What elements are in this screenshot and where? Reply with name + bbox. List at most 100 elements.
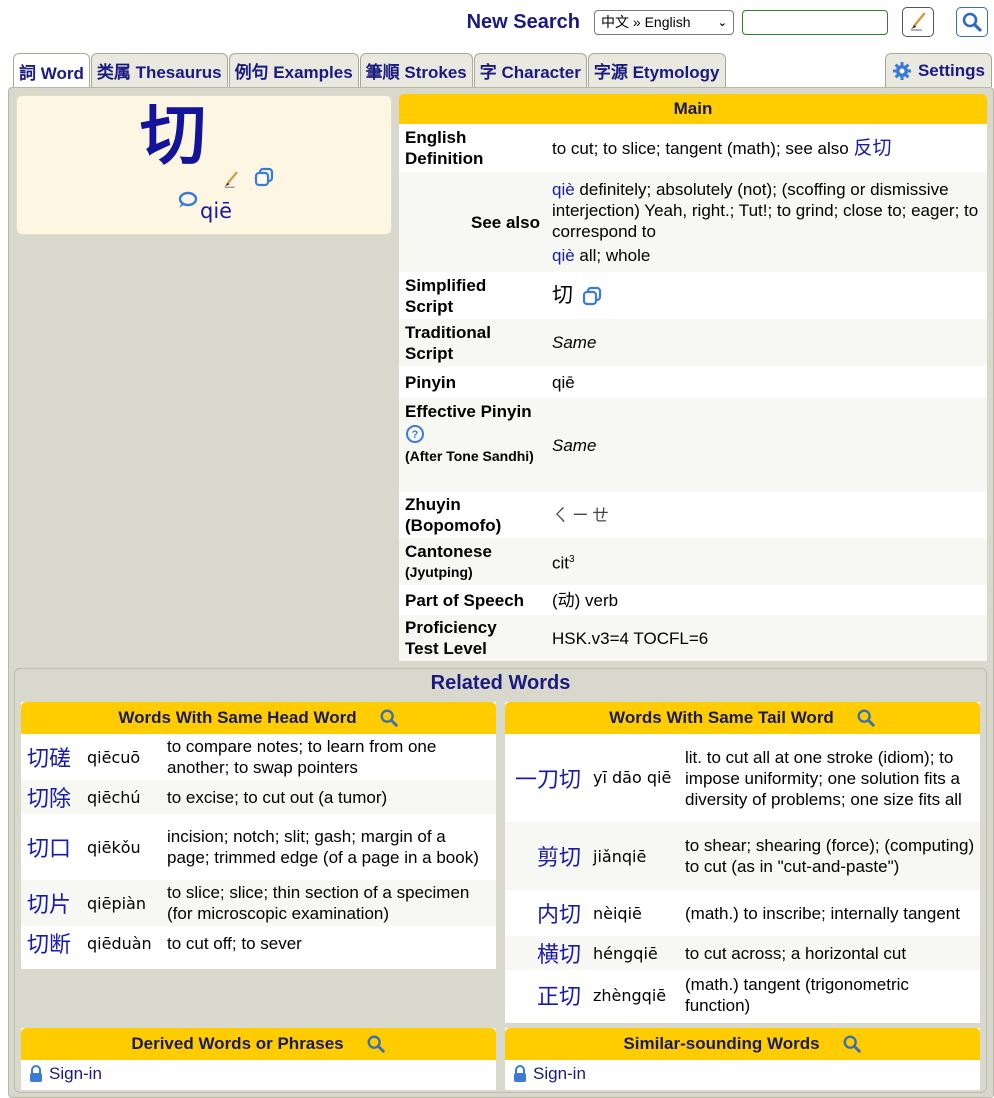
word-definition: to compare notes; to learn from one anot… <box>167 737 437 777</box>
search-icon[interactable] <box>842 1034 862 1054</box>
word-hanzi[interactable]: 切断 <box>21 927 79 959</box>
sign-in-label: Sign-in <box>533 1064 586 1083</box>
list-item[interactable]: 横切 héngqiē to cut across; a horizontal c… <box>505 936 980 970</box>
cantonese-value: cit <box>552 553 569 573</box>
tab-bar: 詞 Word 类属 Thesaurus 例句 Examples 筆順 Strok… <box>13 53 727 88</box>
search-button[interactable] <box>956 7 988 37</box>
svg-text:?: ? <box>412 429 419 441</box>
list-item[interactable]: 切除 qiēchú to excise; to cut out (a tumor… <box>21 780 496 814</box>
part-of-speech-value: (动) verb <box>552 590 619 610</box>
copy-icon[interactable] <box>253 166 275 188</box>
derived-words-title: Derived Words or Phrases <box>131 1034 344 1053</box>
word-hanzi[interactable]: 切口 <box>21 831 79 863</box>
list-item[interactable]: 内切 nèiqiē (math.) to inscribe; internall… <box>505 890 980 936</box>
sign-in-link[interactable]: Sign-in <box>505 1060 980 1088</box>
tab-etymology[interactable]: 字源 Etymology <box>587 53 726 87</box>
word-definition: to excise; to cut out (a tumor) <box>167 787 388 807</box>
headword-character: 切 <box>140 96 206 174</box>
word-definition: to slice; slice; thin section of a speci… <box>167 883 470 923</box>
word-hanzi[interactable]: 切磋 <box>21 741 79 773</box>
related-words-title: Related Words <box>430 672 571 694</box>
search-icon[interactable] <box>379 708 399 728</box>
word-definition: lit. to cut all at one stroke (idiom); t… <box>685 747 962 809</box>
language-select[interactable]: 中文 » English ⌄ <box>594 9 734 35</box>
list-item[interactable]: 剪切 jiǎnqiē to shear; shearing (force); (… <box>505 822 980 890</box>
word-pinyin: qiēduàn <box>87 933 152 953</box>
similar-words-box: Similar-sounding Words Sign-in <box>505 1028 980 1090</box>
list-item[interactable]: 切口 qiēkǒu incision; notch; slit; gash; m… <box>21 814 496 880</box>
word-hanzi[interactable]: 一刀切 <box>505 762 587 794</box>
row-effective-pinyin: Effective Pinyin ? (After Tone Sandhi) S… <box>399 398 987 492</box>
speech-bubble-icon[interactable] <box>176 191 198 211</box>
see-also-link[interactable]: 反切 <box>853 138 891 159</box>
word-pinyin: qiēpiàn <box>87 893 146 913</box>
see-also-text: all; whole <box>579 245 651 265</box>
row-cantonese: Cantonese (Jyutping) cit3 <box>399 538 987 585</box>
tab-character[interactable]: 字 Character <box>473 53 587 87</box>
derived-words-box: Derived Words or Phrases Sign-in <box>21 1028 496 1090</box>
headword-pinyin: qiē <box>200 199 233 223</box>
sign-in-link[interactable]: Sign-in <box>21 1060 496 1088</box>
list-item[interactable]: 切断 qiēduàn to cut off; to sever <box>21 926 496 960</box>
row-english-definition: English Definition to cut; to slice; tan… <box>399 124 987 172</box>
word-hanzi[interactable]: 横切 <box>505 937 587 969</box>
list-item[interactable]: 切磋 qiēcuō to compare notes; to learn fro… <box>21 734 496 780</box>
related-words-section: Related Words Words With Same Head Word … <box>14 668 987 1093</box>
same-tail-word-title: Words With Same Tail Word <box>609 708 834 727</box>
word-definition: to cut off; to sever <box>167 933 302 953</box>
word-definition: (math.) tangent (trigonometric function) <box>685 975 909 1015</box>
brush-icon[interactable] <box>222 171 240 189</box>
proficiency-value: HSK.v3=4 TOCFL=6 <box>552 628 709 648</box>
copy-icon[interactable] <box>581 285 603 307</box>
see-also-text: definitely; absolutely (not); (scoffing … <box>552 179 979 241</box>
part-of-speech-label: Part of Speech <box>405 590 525 610</box>
tab-thesaurus[interactable]: 类属 Thesaurus <box>90 53 228 87</box>
tab-strokes[interactable]: 筆順 Strokes <box>359 53 473 87</box>
tab-examples[interactable]: 例句 Examples <box>228 53 359 87</box>
list-item[interactable]: 一刀切 yī dāo qiē lit. to cut all at one st… <box>505 734 980 822</box>
word-pinyin: jiǎnqiē <box>593 846 647 866</box>
see-also-entry: qiè all; whole <box>552 245 981 266</box>
word-hanzi[interactable]: 正切 <box>505 979 587 1011</box>
zhuyin-value: ㄑㄧㄝ <box>552 505 612 525</box>
cantonese-tone: 3 <box>569 554 575 566</box>
word-hanzi[interactable]: 切片 <box>21 887 79 919</box>
see-also-pinyin-link[interactable]: qiè <box>552 180 575 199</box>
tab-settings[interactable]: Settings <box>884 53 992 87</box>
word-hanzi[interactable]: 剪切 <box>505 840 587 872</box>
search-input[interactable] <box>742 9 888 35</box>
help-icon[interactable]: ? <box>405 424 425 444</box>
same-head-word-box: Words With Same Head Word 切磋 qiēcuō to c… <box>21 702 496 969</box>
effective-pinyin-note: (After Tone Sandhi) <box>405 448 534 464</box>
word-definition: (math.) to inscribe; internally tangent <box>685 903 960 923</box>
word-pinyin: héngqiē <box>593 943 658 963</box>
word-hanzi[interactable]: 切除 <box>21 781 79 813</box>
word-hanzi[interactable]: 内切 <box>505 897 587 929</box>
word-panel: 切 qiē Main English Definition to cut; to… <box>8 87 994 1098</box>
zhuyin-label: Zhuyin <box>405 495 461 514</box>
english-definition-label: English Definition <box>405 128 484 168</box>
main-info-table: Main English Definition to cut; to slice… <box>399 94 987 661</box>
lock-icon <box>514 1065 526 1082</box>
row-pinyin: Pinyin qiē <box>399 366 987 398</box>
search-icon[interactable] <box>856 708 876 728</box>
word-pinyin: qiēkǒu <box>87 837 141 857</box>
effective-pinyin-value: Same <box>552 435 597 455</box>
word-definition: to cut across; a horizontal cut <box>685 943 907 963</box>
search-icon[interactable] <box>366 1034 386 1054</box>
list-item[interactable]: 切片 qiēpiàn to slice; slice; thin section… <box>21 880 496 926</box>
effective-pinyin-label: Effective Pinyin <box>405 402 532 421</box>
see-also-pinyin-link[interactable]: qiè <box>552 246 575 265</box>
gear-icon <box>892 61 911 80</box>
word-definition: to shear; shearing (force); (computing) … <box>685 836 975 876</box>
same-tail-word-box: Words With Same Tail Word 一刀切 yī dāo qiē… <box>505 702 980 1023</box>
word-definition: incision; notch; slit; gash; margin of a… <box>167 827 479 867</box>
pinyin-label: Pinyin <box>405 372 457 392</box>
simplified-value: 切 <box>552 284 573 307</box>
main-header: Main <box>399 94 987 124</box>
search-bar: New Search 中文 » English ⌄ <box>467 6 988 38</box>
list-item[interactable]: 正切 zhèngqiē (math.) tangent (trigonometr… <box>505 970 980 1020</box>
handwriting-button[interactable] <box>902 7 934 37</box>
sign-in-label: Sign-in <box>49 1064 102 1083</box>
tab-word[interactable]: 詞 Word <box>13 53 90 88</box>
